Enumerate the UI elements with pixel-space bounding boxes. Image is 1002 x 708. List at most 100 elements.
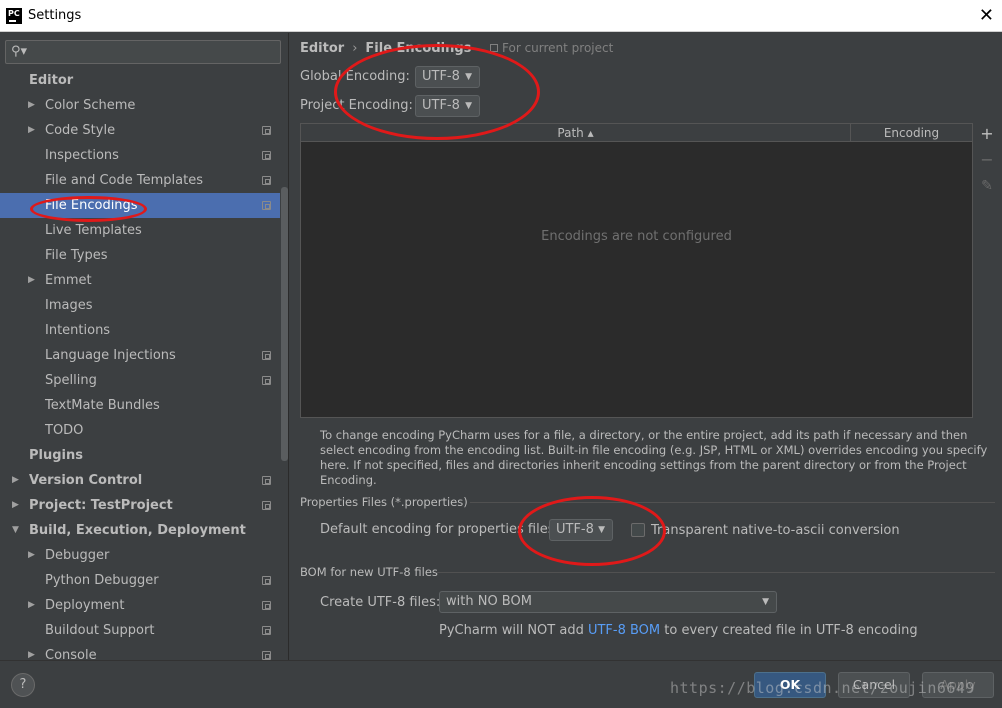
search-box[interactable]: ⚲▾ [5, 40, 281, 64]
transparent-conversion-checkbox[interactable] [631, 523, 645, 537]
breadcrumb-parent: Editor [300, 41, 345, 56]
breadcrumb-current: File Encodings [365, 41, 472, 56]
project-scope-icon [262, 351, 271, 360]
encoding-help-text: To change encoding PyCharm uses for a fi… [320, 428, 988, 487]
bom-dropdown[interactable]: with NO BOM ▼ [439, 591, 777, 613]
column-path[interactable]: Path ▴ [301, 124, 851, 142]
properties-encoding-label: Default encoding for properties files: [320, 522, 559, 537]
project-scope-icon [262, 626, 271, 635]
search-input[interactable] [32, 43, 272, 61]
project-scope-icon [262, 201, 271, 210]
table-empty-message: Encodings are not configured [541, 229, 732, 244]
project-scope-icon [262, 576, 271, 585]
sidebar-item-label: Images [45, 298, 93, 313]
chevron-right-icon[interactable]: ▶ [12, 493, 19, 518]
bom-note: PyCharm will NOT add UTF-8 BOM to every … [439, 623, 918, 638]
help-button[interactable]: ? [11, 673, 35, 697]
chevron-down-icon: ▼ [465, 72, 472, 82]
sidebar-item-python-debugger[interactable]: Python Debugger [0, 568, 280, 593]
sidebar-item-label: Spelling [45, 373, 97, 388]
add-icon[interactable]: + [976, 123, 998, 145]
encoding-table[interactable]: Path ▴ Encoding Encodings are not config… [300, 123, 973, 418]
utf8-bom-link[interactable]: UTF-8 BOM [588, 623, 660, 638]
table-header: Path ▴ Encoding [301, 124, 972, 142]
chevron-right-icon[interactable]: ▶ [12, 468, 19, 493]
sidebar-item-build-execution-deployment[interactable]: ▼ Build, Execution, Deployment [0, 518, 280, 543]
sidebar-item-label: Plugins [29, 448, 83, 463]
sidebar-item-spelling[interactable]: Spelling [0, 368, 280, 393]
sidebar-item-console[interactable]: ▶ Console [0, 643, 280, 660]
sidebar-item-file-encodings[interactable]: File Encodings [0, 193, 280, 218]
dialog-footer: ? OK Cancel Apply https://blog.csdn.net/… [0, 660, 1002, 708]
cancel-button[interactable]: Cancel [838, 672, 910, 698]
ok-button[interactable]: OK [754, 672, 826, 698]
sidebar-item-buildout-support[interactable]: Buildout Support [0, 618, 280, 643]
sidebar-item-emmet[interactable]: ▶ Emmet [0, 268, 280, 293]
sidebar-item-label: Debugger [45, 548, 110, 563]
chevron-right-icon[interactable]: ▶ [28, 93, 35, 118]
sidebar-item-label: Editor [29, 73, 74, 88]
sidebar-item-images[interactable]: Images [0, 293, 280, 318]
settings-sidebar: ⚲▾ Editor ▶ Color Scheme ▶ Code Style Inspect… [0, 33, 289, 660]
file-encodings-panel: Editor › File Encodings For current projec… [290, 33, 1002, 660]
sidebar-item-todo[interactable]: TODO [0, 418, 280, 443]
close-icon[interactable]: ✕ [979, 5, 994, 26]
window-title: Settings [28, 8, 82, 23]
breadcrumb: Editor › File Encodings [300, 41, 471, 56]
remove-icon[interactable]: − [976, 149, 998, 171]
sidebar-item-label: Python Debugger [45, 573, 159, 588]
sidebar-item-live-templates[interactable]: Live Templates [0, 218, 280, 243]
project-encoding-label: Project Encoding: [300, 98, 413, 113]
project-scope-icon [262, 501, 271, 510]
transparent-conversion-label[interactable]: Transparent native-to-ascii conversion [651, 523, 900, 538]
sidebar-item-inspections[interactable]: Inspections [0, 143, 280, 168]
create-utf8-label: Create UTF-8 files: [320, 595, 441, 610]
section-divider [436, 572, 995, 573]
sidebar-item-label: Deployment [45, 598, 125, 613]
project-scope-icon [262, 151, 271, 160]
chevron-right-icon[interactable]: ▶ [28, 543, 35, 568]
sidebar-item-language-injections[interactable]: Language Injections [0, 343, 280, 368]
project-encoding-dropdown[interactable]: UTF-8 ▼ [415, 95, 480, 117]
sidebar-item-debugger[interactable]: ▶ Debugger [0, 543, 280, 568]
sidebar-item-code-style[interactable]: ▶ Code Style [0, 118, 280, 143]
sidebar-item-label: Emmet [45, 273, 92, 288]
section-divider [470, 502, 995, 503]
sidebar-item-plugins[interactable]: Plugins [0, 443, 280, 468]
sidebar-item-project-testproject[interactable]: ▶ Project: TestProject [0, 493, 280, 518]
sidebar-item-label: Project: TestProject [29, 498, 173, 513]
sidebar-item-label: Inspections [45, 148, 119, 163]
sidebar-item-intentions[interactable]: Intentions [0, 318, 280, 343]
sidebar-item-label: File Encodings [45, 198, 138, 213]
chevron-down-icon: ▼ [598, 525, 605, 535]
project-scope-icon [262, 476, 271, 485]
properties-encoding-dropdown[interactable]: UTF-8 ▼ [549, 519, 613, 541]
sidebar-item-file-and-code-templates[interactable]: File and Code Templates [0, 168, 280, 193]
chevron-right-icon[interactable]: ▶ [28, 643, 35, 660]
properties-section-title: Properties Files (*.properties) [300, 495, 468, 509]
breadcrumb-separator: › [352, 41, 358, 56]
chevron-down-icon: ▼ [762, 597, 769, 607]
chevron-right-icon[interactable]: ▶ [28, 118, 35, 143]
project-scope-icon [262, 651, 271, 660]
sidebar-item-label: File and Code Templates [45, 173, 203, 188]
chevron-down-icon: ▼ [465, 101, 472, 111]
sidebar-item-color-scheme[interactable]: ▶ Color Scheme [0, 93, 280, 118]
sidebar-item-label: Buildout Support [45, 623, 155, 638]
global-encoding-dropdown[interactable]: UTF-8 ▼ [415, 66, 480, 88]
chevron-right-icon[interactable]: ▶ [28, 593, 35, 618]
sidebar-item-version-control[interactable]: ▶ Version Control [0, 468, 280, 493]
pycharm-logo-icon: PC [6, 7, 22, 24]
chevron-down-icon[interactable]: ▼ [12, 518, 19, 543]
sidebar-item-file-types[interactable]: File Types [0, 243, 280, 268]
sidebar-item-deployment[interactable]: ▶ Deployment [0, 593, 280, 618]
edit-icon[interactable]: ✎ [976, 175, 998, 197]
chevron-right-icon[interactable]: ▶ [28, 268, 35, 293]
project-scope-icon [262, 176, 271, 185]
apply-button[interactable]: Apply [922, 672, 994, 698]
sidebar-scrollbar[interactable] [281, 187, 288, 461]
sidebar-item-label: Intentions [45, 323, 111, 338]
sidebar-item-textmate-bundles[interactable]: TextMate Bundles [0, 393, 280, 418]
column-encoding[interactable]: Encoding [851, 124, 972, 142]
sidebar-item-editor[interactable]: Editor [0, 68, 280, 93]
